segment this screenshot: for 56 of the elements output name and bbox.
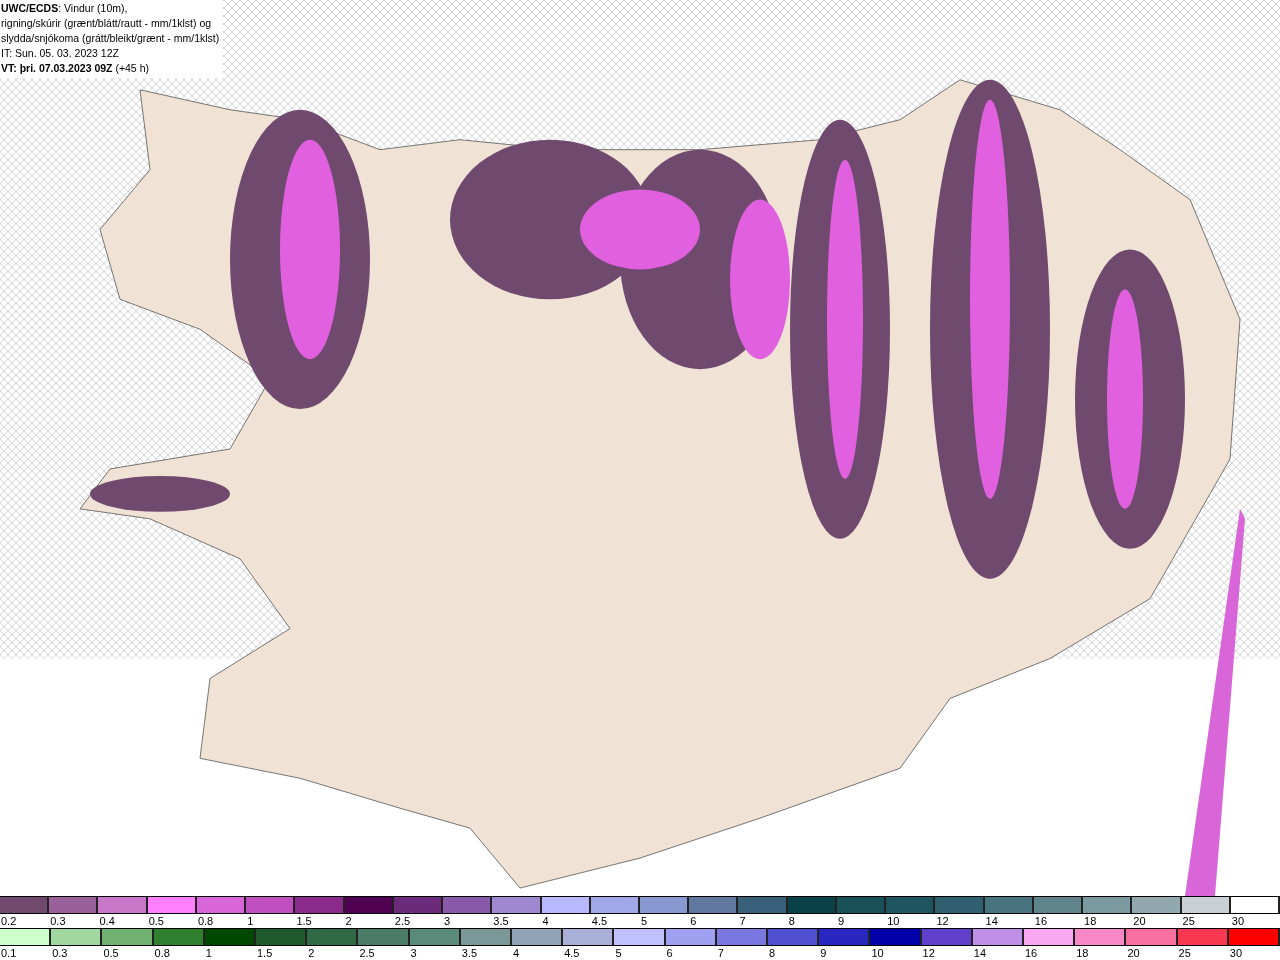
legend-label: 14	[972, 946, 987, 960]
legend-label: 0.1	[0, 946, 17, 960]
legend-label: 12	[935, 914, 949, 928]
legend-label: 9	[836, 914, 845, 928]
caption-line: IT: Sun. 05. 03. 2023 12Z	[1, 46, 120, 61]
legend-label: 2.5	[358, 946, 375, 960]
legend-label: 1.5	[295, 914, 312, 928]
legend-label: 4.5	[563, 946, 580, 960]
caption-line: VT: þri. 07.03.2023 09Z (+45 h)	[1, 61, 150, 76]
legend-label: 8	[787, 914, 795, 928]
legend-label: 0.5	[147, 914, 164, 928]
legend-label: 4.5	[590, 914, 608, 928]
legend-label: 7	[738, 914, 746, 928]
legend-label: 16	[1024, 946, 1038, 960]
legend-label: 25	[1177, 946, 1191, 960]
caption-line: rigning/skúrir (grænt/blátt/rautt - mm/1klst) og	[1, 16, 213, 31]
legend-label: 30	[1228, 946, 1243, 960]
legend-label: 3	[409, 946, 417, 960]
legend-label: 16	[1033, 914, 1048, 928]
legend-label: 30	[1230, 914, 1244, 928]
legend-label: 7	[716, 946, 724, 960]
legend-label: 1.5	[256, 946, 273, 960]
legend-label: 6	[689, 914, 697, 928]
legend-label: 8	[768, 946, 776, 960]
caption-line: UWC/ECDS: Vindur (10m),	[1, 1, 129, 16]
legend-label: 14	[984, 914, 998, 928]
legend-label: 1	[246, 914, 254, 928]
legend-label: 12	[921, 946, 935, 960]
legend-label: 0.4	[98, 914, 115, 928]
legend-label: 0.8	[153, 946, 170, 960]
legend-label: 0.8	[196, 914, 214, 928]
legend-label: 9	[819, 946, 827, 960]
legend-label: 2	[344, 914, 352, 928]
legend-label: 3	[443, 914, 451, 928]
legend-label: 4	[541, 914, 549, 928]
legend-label: 3.5	[492, 914, 509, 928]
legend-label: 25	[1181, 914, 1195, 928]
caption-line: slydda/snjókoma (grátt/bleikt/grænt - mm/1klst)	[1, 31, 220, 46]
legend-label: 18	[1075, 946, 1089, 960]
legend-label: 4	[512, 946, 520, 960]
legend-label: 6	[665, 946, 673, 960]
legend-label: 20	[1132, 914, 1146, 928]
legend-label: 0.3	[51, 946, 68, 960]
legend-label: 0.5	[102, 946, 119, 960]
legend-label: 0.2	[0, 914, 17, 928]
legend-label: 5	[614, 946, 622, 960]
legend-label: 18	[1083, 914, 1097, 928]
legend-label: 1	[204, 946, 212, 960]
legend-label: 0.3	[49, 914, 66, 928]
legend-label: 3.5	[460, 946, 478, 960]
legend-label: 5	[640, 914, 648, 928]
legend-label: 2	[307, 946, 315, 960]
legend-label: 10	[870, 946, 884, 960]
legend-label: 2.5	[393, 914, 411, 928]
legend-label: 20	[1126, 946, 1140, 960]
legend-label: 10	[886, 914, 900, 928]
